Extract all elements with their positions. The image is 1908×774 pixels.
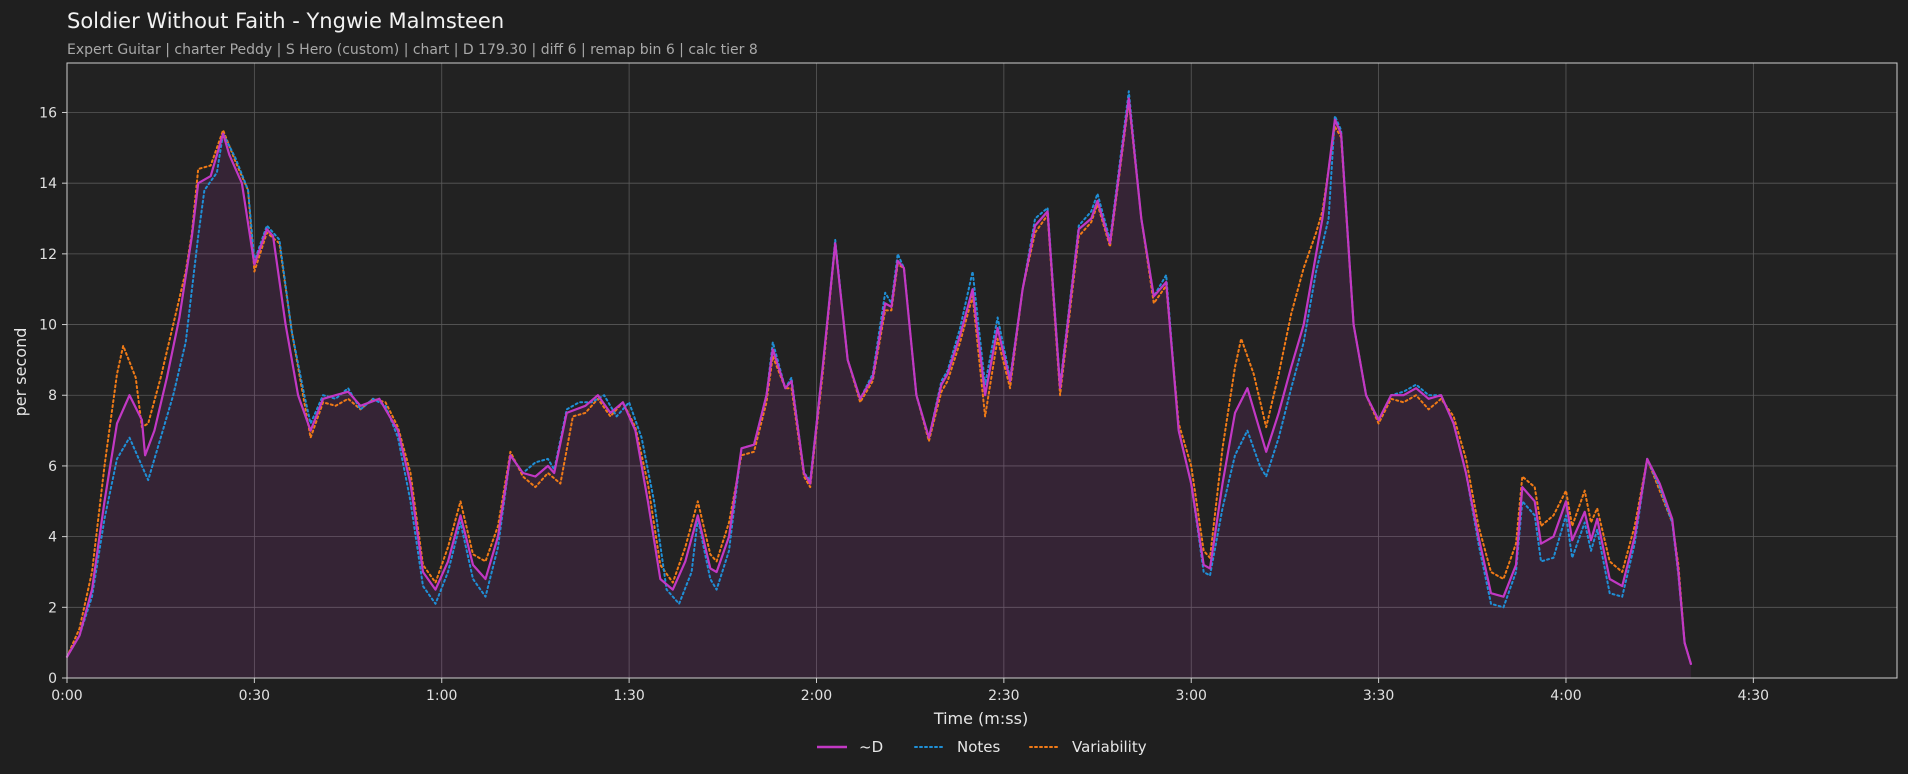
- y-axis-label: per second: [11, 328, 30, 417]
- x-tick-label: 0:30: [239, 688, 270, 704]
- legend-item-variability: Variability: [1029, 738, 1147, 756]
- y-tick-label: 14: [39, 176, 57, 192]
- y-tick-label: 2: [48, 600, 57, 616]
- y-tick-label: 8: [48, 388, 57, 404]
- legend-item-notes: Notes: [914, 738, 1001, 756]
- x-tick-label: 1:30: [613, 688, 644, 704]
- y-tick-label: 16: [39, 105, 57, 121]
- chart: Soldier Without Faith - Yngwie Malmsteen…: [11, 9, 1898, 756]
- x-tick-label: 3:00: [1176, 688, 1207, 704]
- legend-label: Variability: [1072, 738, 1147, 756]
- x-tick-label: 3:30: [1363, 688, 1394, 704]
- x-axis: 0:00 0:30 1:00 1:30 2:00 2:30 3:00 3:30 4:00 4:30: [51, 678, 1769, 704]
- x-tick-label: 2:00: [801, 688, 832, 704]
- x-tick-label: 4:30: [1738, 688, 1769, 704]
- x-tick-label: 1:00: [426, 688, 457, 704]
- y-tick-label: 6: [48, 459, 57, 475]
- y-axis: 0 2 4 6 8 10 12 14 16: [39, 105, 67, 687]
- x-tick-label: 0:00: [51, 688, 82, 704]
- y-tick-label: 12: [39, 247, 57, 263]
- y-tick-label: 10: [39, 318, 57, 334]
- legend-label: Notes: [957, 738, 1001, 756]
- x-tick-label: 2:30: [988, 688, 1019, 704]
- legend-item-d: ~D: [817, 738, 883, 756]
- chart-title: Soldier Without Faith - Yngwie Malmsteen: [67, 9, 504, 33]
- y-tick-label: 4: [48, 530, 57, 546]
- y-tick-label: 0: [48, 671, 57, 687]
- legend-label: ~D: [859, 738, 883, 756]
- x-axis-label: Time (m:ss): [933, 709, 1028, 728]
- x-tick-label: 4:00: [1550, 688, 1581, 704]
- chart-subtitle: Expert Guitar | charter Peddy | S Hero (…: [67, 42, 758, 58]
- legend: ~D Notes Variability: [817, 738, 1147, 756]
